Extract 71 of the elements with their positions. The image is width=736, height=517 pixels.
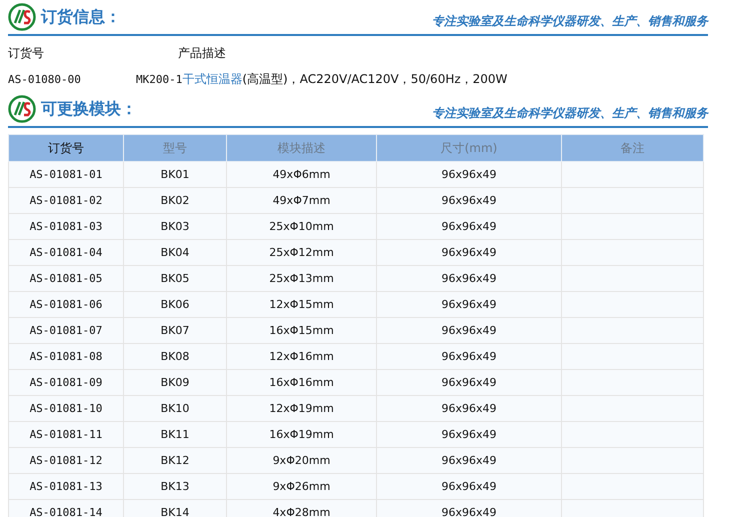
table-cell: BK02 [124,188,226,214]
table-cell: AS-01081-05 [8,266,124,292]
table-cell: AS-01081-06 [8,292,124,318]
column-header: 订货号 [8,44,45,62]
table-cell: BK08 [124,344,226,370]
table-cell: BK13 [124,474,226,500]
table-cell: AS-01081-14 [8,500,124,517]
table-cell: AS-01081-08 [8,344,124,370]
table-cell: 25xΦ10mm [226,214,376,240]
table-cell: 12xΦ15mm [226,292,376,318]
table-cell: AS-01081-02 [8,188,124,214]
product-description: MK200-1干式恒温器(高温型)，AC220V/AC120V，50/60Hz，200W [136,70,508,88]
table-cell: 96x96x49 [376,292,562,318]
table-cell: BK09 [124,370,226,396]
table-cell: BK06 [124,292,226,318]
table-cell: BK11 [124,422,226,448]
table-cell: 49xΦ6mm [226,162,376,188]
table-cell: BK12 [124,448,226,474]
table-cell: 96x96x49 [376,448,562,474]
logo-icon [8,95,36,123]
table-cell: BK04 [124,240,226,266]
table-cell: 96x96x49 [376,318,562,344]
table-cell: 96x96x49 [376,500,562,517]
table-cell: AS-01081-01 [8,162,124,188]
table-cell: 4xΦ28mm [226,500,376,517]
column-header: 尺寸(mm) [376,134,562,162]
table-cell: 16xΦ15mm [226,318,376,344]
table-cell: 9xΦ20mm [226,448,376,474]
table-cell: AS-01081-07 [8,318,124,344]
table-cell: AS-01081-13 [8,474,124,500]
table-cell: 16xΦ16mm [226,370,376,396]
table-cell: 96x96x49 [376,474,562,500]
table-cell: 96x96x49 [376,344,562,370]
column-header: 模块描述 [226,134,376,162]
column-header: 产品描述 [178,44,226,62]
table-cell: 9xΦ26mm [226,474,376,500]
table-cell: BK03 [124,214,226,240]
section-title: 可更换模块： [41,98,137,120]
slogan: 专注实验室及生命科学仪器研发、生产、销售和服务 [432,104,708,122]
column-header: 型号 [124,134,226,162]
table-cell: BK01 [124,162,226,188]
table-cell: 12xΦ16mm [226,344,376,370]
table-cell: BK14 [124,500,226,517]
table-cell: AS-01081-11 [8,422,124,448]
logo-icon [8,3,36,31]
table-cell: 49xΦ7mm [226,188,376,214]
table-cell: AS-01081-09 [8,370,124,396]
table-cell: AS-01081-04 [8,240,124,266]
order-number: AS-01080-00 [8,72,82,86]
table-cell: AS-01081-12 [8,448,124,474]
table-cell: 96x96x49 [376,162,562,188]
table-cell: BK05 [124,266,226,292]
section-title: 订货信息： [41,6,121,28]
table-cell: 96x96x49 [376,266,562,292]
table-cell: AS-01081-03 [8,214,124,240]
slogan: 专注实验室及生命科学仪器研发、生产、销售和服务 [432,12,708,30]
table-cell: 12xΦ19mm [226,396,376,422]
column-header: 备注 [562,134,704,162]
table-cell: BK10 [124,396,226,422]
table-cell: 96x96x49 [376,214,562,240]
table-cell: 25xΦ12mm [226,240,376,266]
table-cell: BK07 [124,318,226,344]
table-cell: 16xΦ19mm [226,422,376,448]
table-cell: AS-01081-10 [8,396,124,422]
column-header: 订货号 [8,134,124,162]
table-cell: 96x96x49 [376,240,562,266]
table-cell: 25xΦ13mm [226,266,376,292]
table-cell: 96x96x49 [376,370,562,396]
table-cell: 96x96x49 [376,396,562,422]
table-cell: 96x96x49 [376,188,562,214]
table-cell: 96x96x49 [376,422,562,448]
